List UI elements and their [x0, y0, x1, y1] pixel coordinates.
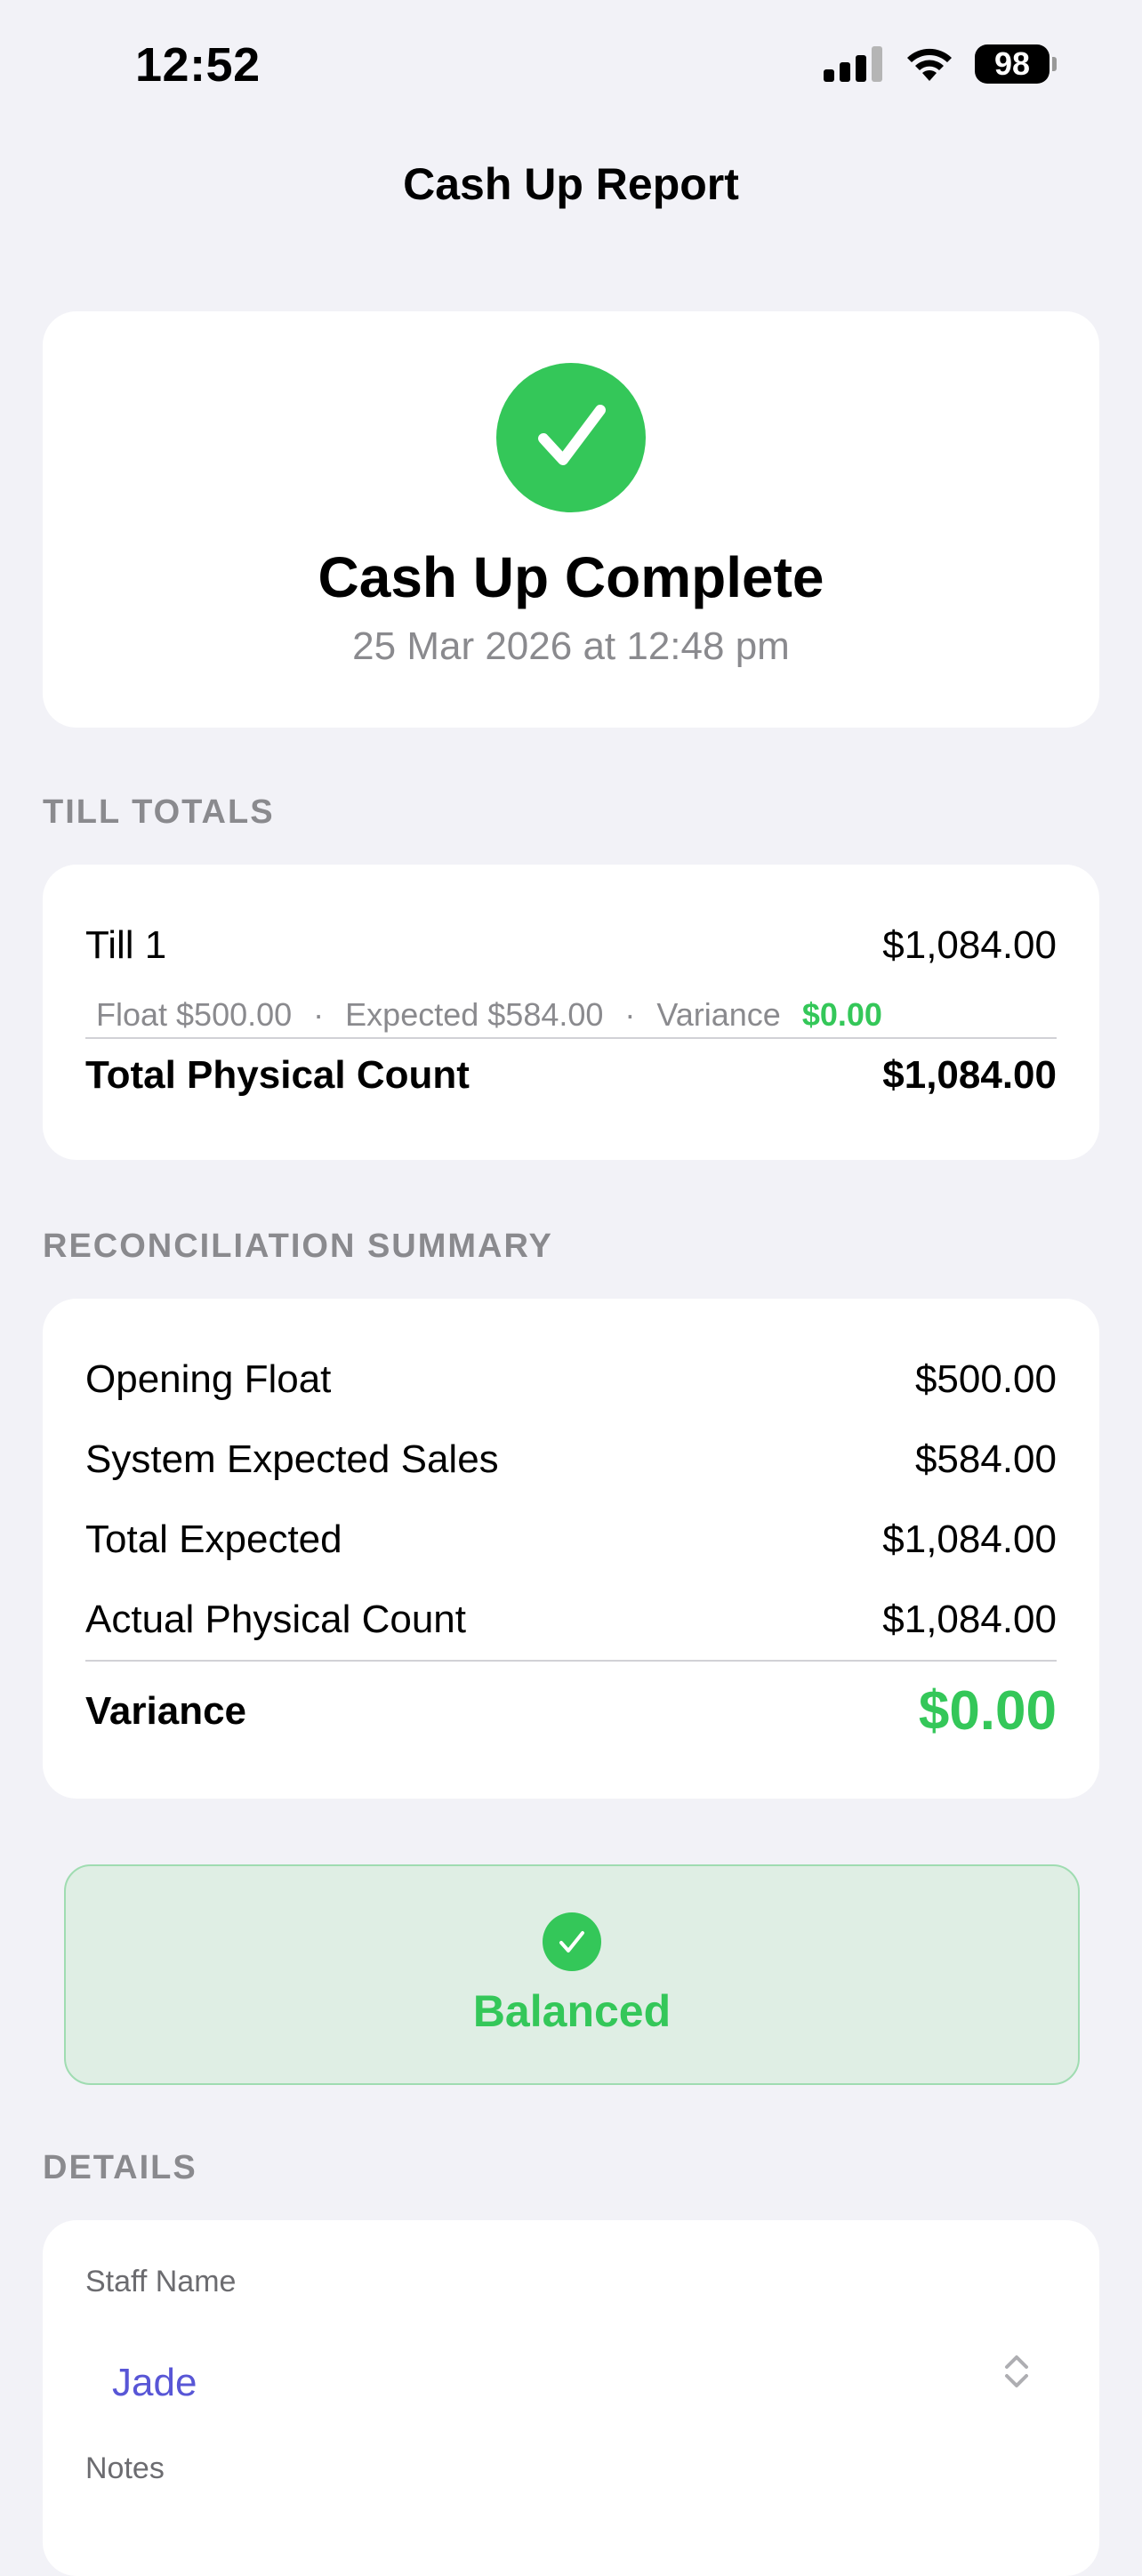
till-variance-value: $0.00	[801, 996, 882, 1033]
total-physical-count-row: Total Physical Count $1,084.00	[85, 1053, 1057, 1098]
chevron-up-down-icon[interactable]	[1003, 2352, 1030, 2391]
recon-row: Total Expected $1,084.00	[85, 1517, 1057, 1562]
till-expected: Expected $584.00	[345, 996, 604, 1033]
till-variance-label: Variance	[656, 996, 781, 1033]
recon-label: System Expected Sales	[85, 1437, 499, 1481]
total-physical-count-value: $1,084.00	[882, 1053, 1057, 1097]
status-time: 12:52	[135, 38, 261, 92]
checkmark-circle-icon	[496, 363, 646, 512]
balanced-banner: Balanced	[64, 1864, 1080, 2085]
battery-level: 98	[975, 44, 1050, 84]
staff-name-picker[interactable]: Jade	[112, 2361, 197, 2405]
recon-label: Actual Physical Count	[85, 1598, 466, 1641]
divider	[85, 1660, 1057, 1662]
page-title: Cash Up Report	[403, 159, 739, 209]
signal-icon	[824, 46, 882, 82]
section-label-reconciliation: RECONCILIATION SUMMARY	[43, 1228, 553, 1265]
section-label-till-totals: TILL TOTALS	[43, 793, 275, 831]
staff-name-label: Staff Name	[85, 2265, 237, 2298]
complete-title: Cash Up Complete	[318, 545, 824, 609]
cash-up-complete-card: Cash Up Complete 25 Mar 2026 at 12:48 pm	[43, 311, 1099, 728]
recon-value: $1,084.00	[882, 1517, 1057, 1561]
complete-date: 25 Mar 2026 at 12:48 pm	[352, 624, 790, 668]
divider	[85, 1037, 1057, 1039]
wifi-icon	[907, 48, 952, 81]
recon-label: Total Expected	[85, 1517, 342, 1561]
section-label-details: DETAILS	[43, 2149, 197, 2186]
balanced-label: Balanced	[472, 1986, 672, 2036]
status-icons: 98	[824, 44, 1057, 84]
till-amount: $1,084.00	[882, 923, 1057, 967]
separator: ·	[313, 996, 325, 1033]
checkmark-circle-icon	[543, 1912, 601, 1971]
notes-label: Notes	[85, 2451, 165, 2485]
till-float: Float $500.00	[96, 996, 293, 1033]
till-totals-card: Till 1 $1,084.00 Float $500.00 · Expecte…	[43, 865, 1099, 1160]
recon-row: System Expected Sales $584.00	[85, 1437, 1057, 1482]
battery-icon: 98	[975, 44, 1057, 84]
recon-row: Actual Physical Count $1,084.00	[85, 1598, 1057, 1642]
till-breakdown: Float $500.00 · Expected $584.00 · Varia…	[96, 996, 882, 1034]
recon-row: Opening Float $500.00	[85, 1357, 1057, 1402]
separator: ·	[624, 996, 636, 1033]
recon-label: Opening Float	[85, 1357, 332, 1401]
total-physical-count-label: Total Physical Count	[85, 1053, 470, 1097]
recon-value: $1,084.00	[882, 1598, 1057, 1641]
till-row: Till 1 $1,084.00	[85, 923, 1057, 968]
till-name: Till 1	[85, 923, 167, 967]
details-card: Staff Name Jade Notes	[43, 2220, 1099, 2576]
variance-row: Variance $0.00	[85, 1679, 1057, 1743]
variance-label: Variance	[85, 1688, 247, 1733]
reconciliation-card: Opening Float $500.00 System Expected Sa…	[43, 1299, 1099, 1799]
recon-value: $584.00	[914, 1437, 1057, 1481]
variance-value: $0.00	[918, 1680, 1057, 1742]
recon-value: $500.00	[914, 1357, 1057, 1401]
